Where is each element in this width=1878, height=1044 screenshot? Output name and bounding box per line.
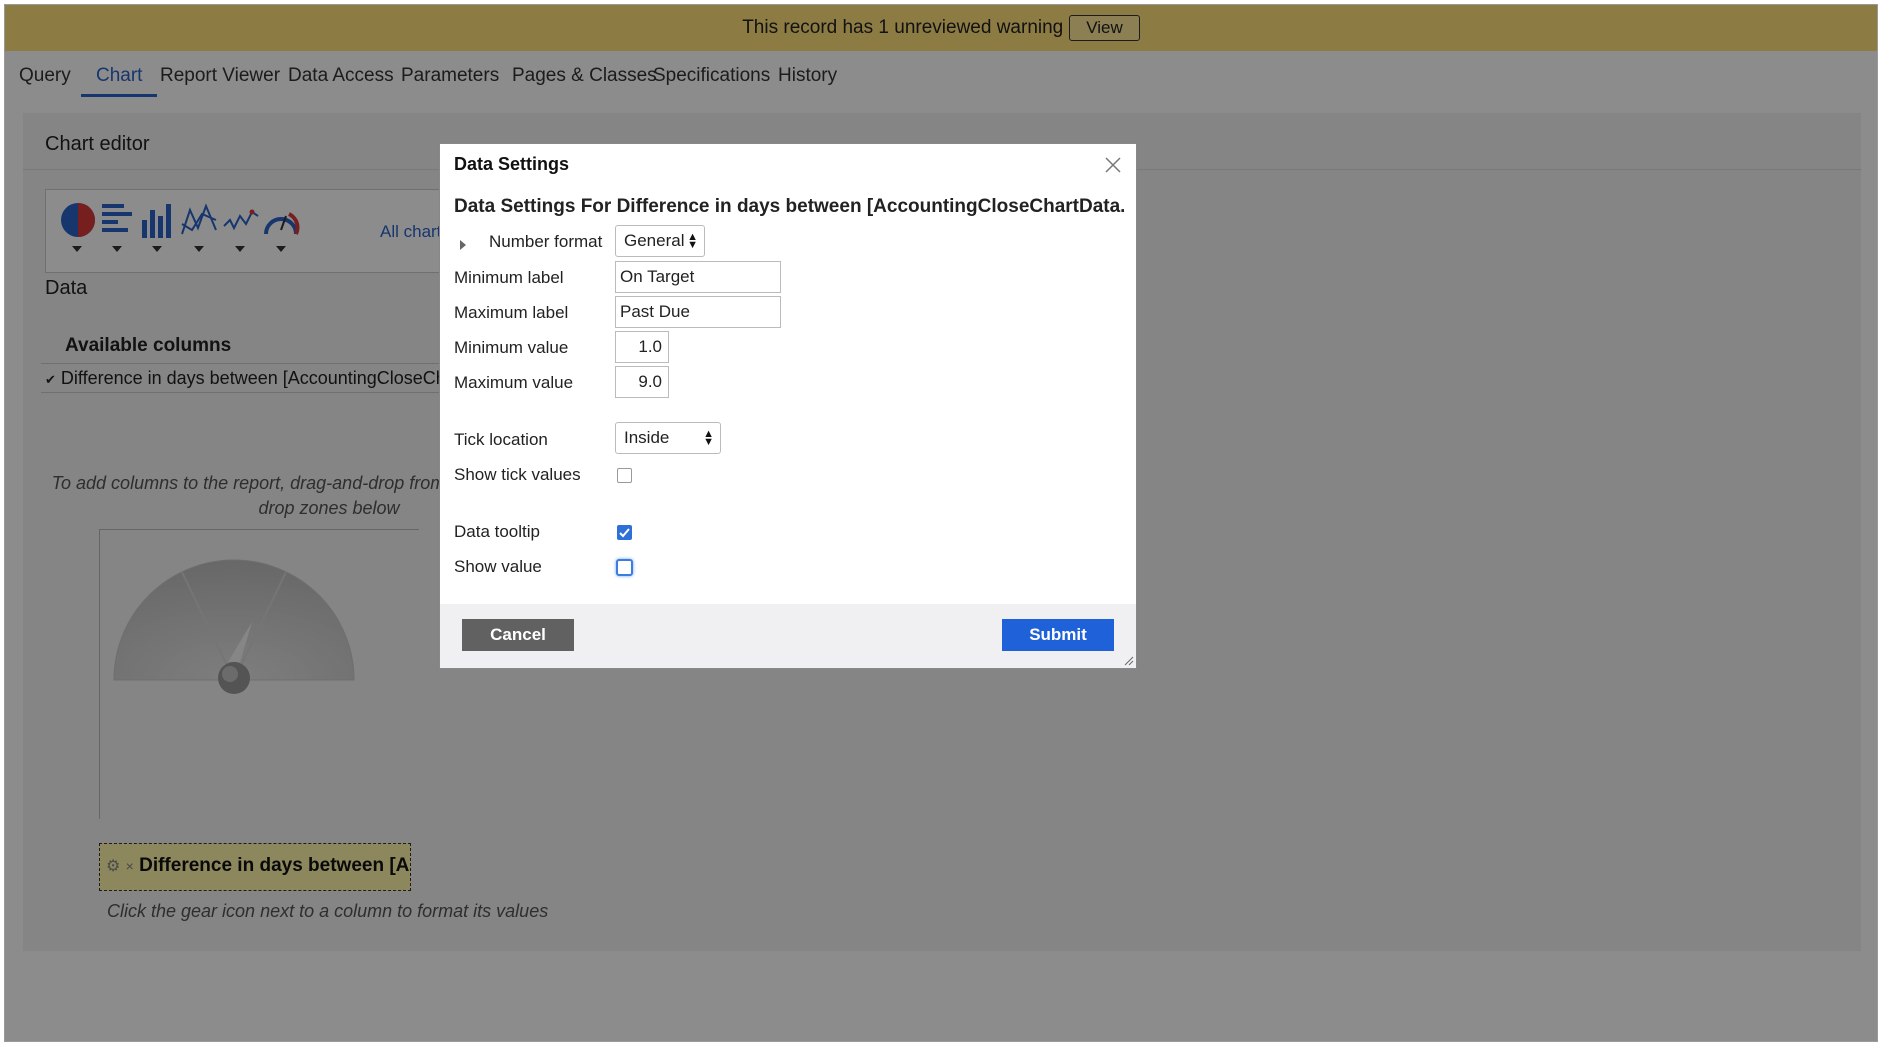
tick-location-label: Tick location bbox=[454, 430, 548, 449]
tick-location-select[interactable]: Inside ▲ ▼ bbox=[615, 422, 721, 454]
minimum-label-input[interactable]: On Target bbox=[615, 261, 781, 293]
dialog-title: Data Settings bbox=[454, 154, 570, 174]
number-format-label: Number format bbox=[489, 232, 603, 251]
tick-location-value: Inside bbox=[624, 428, 670, 447]
minimum-value-label: Minimum value bbox=[454, 338, 569, 357]
close-icon[interactable] bbox=[1104, 156, 1122, 174]
submit-button[interactable]: Submit bbox=[1002, 619, 1114, 651]
maximum-value-input[interactable]: 9.0 bbox=[615, 366, 669, 398]
cancel-button[interactable]: Cancel bbox=[462, 619, 574, 651]
resize-grip-icon[interactable] bbox=[1124, 656, 1134, 666]
number-format-value: General bbox=[624, 231, 685, 250]
show-value-label: Show value bbox=[454, 557, 542, 576]
data-tooltip-label: Data tooltip bbox=[454, 522, 540, 541]
app-window: This record has 1 unreviewed warning Vie… bbox=[4, 4, 1878, 1042]
expand-arrow-icon[interactable] bbox=[460, 240, 466, 250]
minimum-value-input[interactable]: 1.0 bbox=[615, 331, 669, 363]
data-tooltip-checkbox[interactable] bbox=[617, 525, 632, 540]
show-tick-values-checkbox[interactable] bbox=[617, 468, 632, 483]
maximum-label-label: Maximum label bbox=[454, 303, 569, 322]
minimum-label-label: Minimum label bbox=[454, 268, 564, 287]
number-format-select[interactable]: General ▲ ▼ bbox=[615, 225, 705, 257]
dialog-subtitle: Data Settings For Difference in days bet… bbox=[454, 196, 1124, 217]
show-tick-values-label: Show tick values bbox=[454, 465, 581, 484]
maximum-label-input[interactable]: Past Due bbox=[615, 296, 781, 328]
select-arrows-icon: ▲ ▼ bbox=[703, 428, 714, 448]
dialog-footer: Cancel Submit bbox=[440, 604, 1136, 668]
maximum-value-label: Maximum value bbox=[454, 373, 574, 392]
show-value-checkbox[interactable] bbox=[616, 559, 633, 576]
check-icon bbox=[619, 528, 630, 538]
data-settings-dialog: Data Settings Data Settings For Differen… bbox=[439, 143, 1137, 669]
select-arrows-icon: ▲ ▼ bbox=[687, 231, 698, 251]
